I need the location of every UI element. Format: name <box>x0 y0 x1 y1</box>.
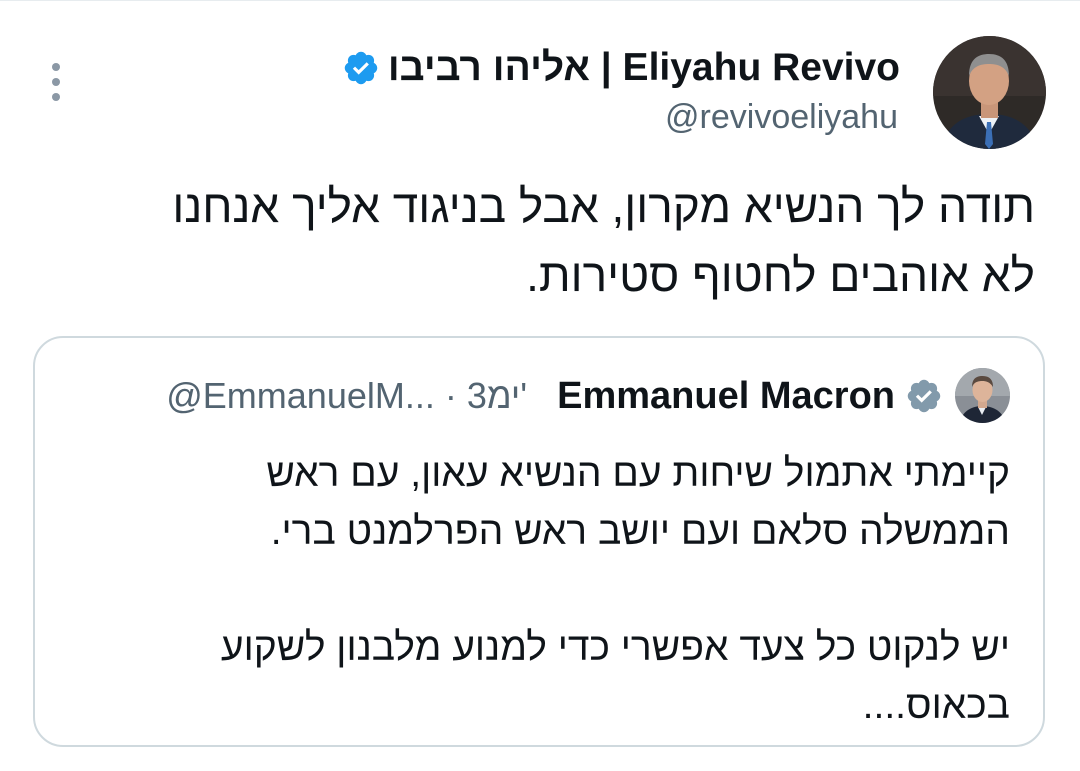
quoted-handle-and-time: @EmmanuelM... · 3ימ' <box>166 375 528 416</box>
quoted-author-name: Emmanuel Macron <box>557 374 895 417</box>
quoted-text-line: יש לנקוט כל צעד אפשרי כדי למנוע מלבנון ל… <box>220 626 1010 669</box>
quoted-author-avatar-image <box>955 368 1010 423</box>
quoted-tweet-body: קיימתי אתמול שיחות עם הנשיא עאון, עם ראש… <box>70 445 1010 735</box>
more-vertical-icon <box>52 63 60 71</box>
verified-badge-icon <box>907 379 941 413</box>
quoted-text-line: הממשלה סלאם ועם יושב ראש הפרלמנט ברי. <box>270 510 1010 553</box>
author-avatar[interactable] <box>933 36 1046 149</box>
quoted-text-line: קיימתי אתמול שיחות עם הנשיא עאון, עם ראש <box>266 452 1010 495</box>
author-handle[interactable]: @revivoeliyahu <box>665 98 898 137</box>
more-vertical-icon-dot <box>52 93 60 101</box>
top-divider <box>0 0 1080 1</box>
quoted-text-line: בכאוס.... <box>862 684 1010 727</box>
author-avatar-image <box>933 36 1046 149</box>
verified-badge-icon <box>344 51 378 85</box>
tweet-text-line: לא אוהבים לחטוף סטירות. <box>526 249 1035 301</box>
quoted-tweet-card[interactable]: @EmmanuelM... · 3ימ' Emmanuel Macron קיי… <box>33 336 1045 747</box>
more-options-button[interactable] <box>38 58 74 106</box>
author-name-row[interactable]: אליהו רביבו | Eliyahu Revivo <box>342 38 900 98</box>
author-display-name: אליהו רביבו | Eliyahu Revivo <box>387 46 900 89</box>
more-vertical-icon-dot <box>52 78 60 86</box>
tweet-body: תודה לך הנשיא מקרון, אבל בניגוד אליך אנח… <box>25 172 1035 310</box>
tweet-text-line: תודה לך הנשיא מקרון, אבל בניגוד אליך אנח… <box>172 180 1035 232</box>
quoted-author-avatar <box>955 368 1010 423</box>
quoted-tweet-header: @EmmanuelM... · 3ימ' Emmanuel Macron <box>166 368 943 424</box>
